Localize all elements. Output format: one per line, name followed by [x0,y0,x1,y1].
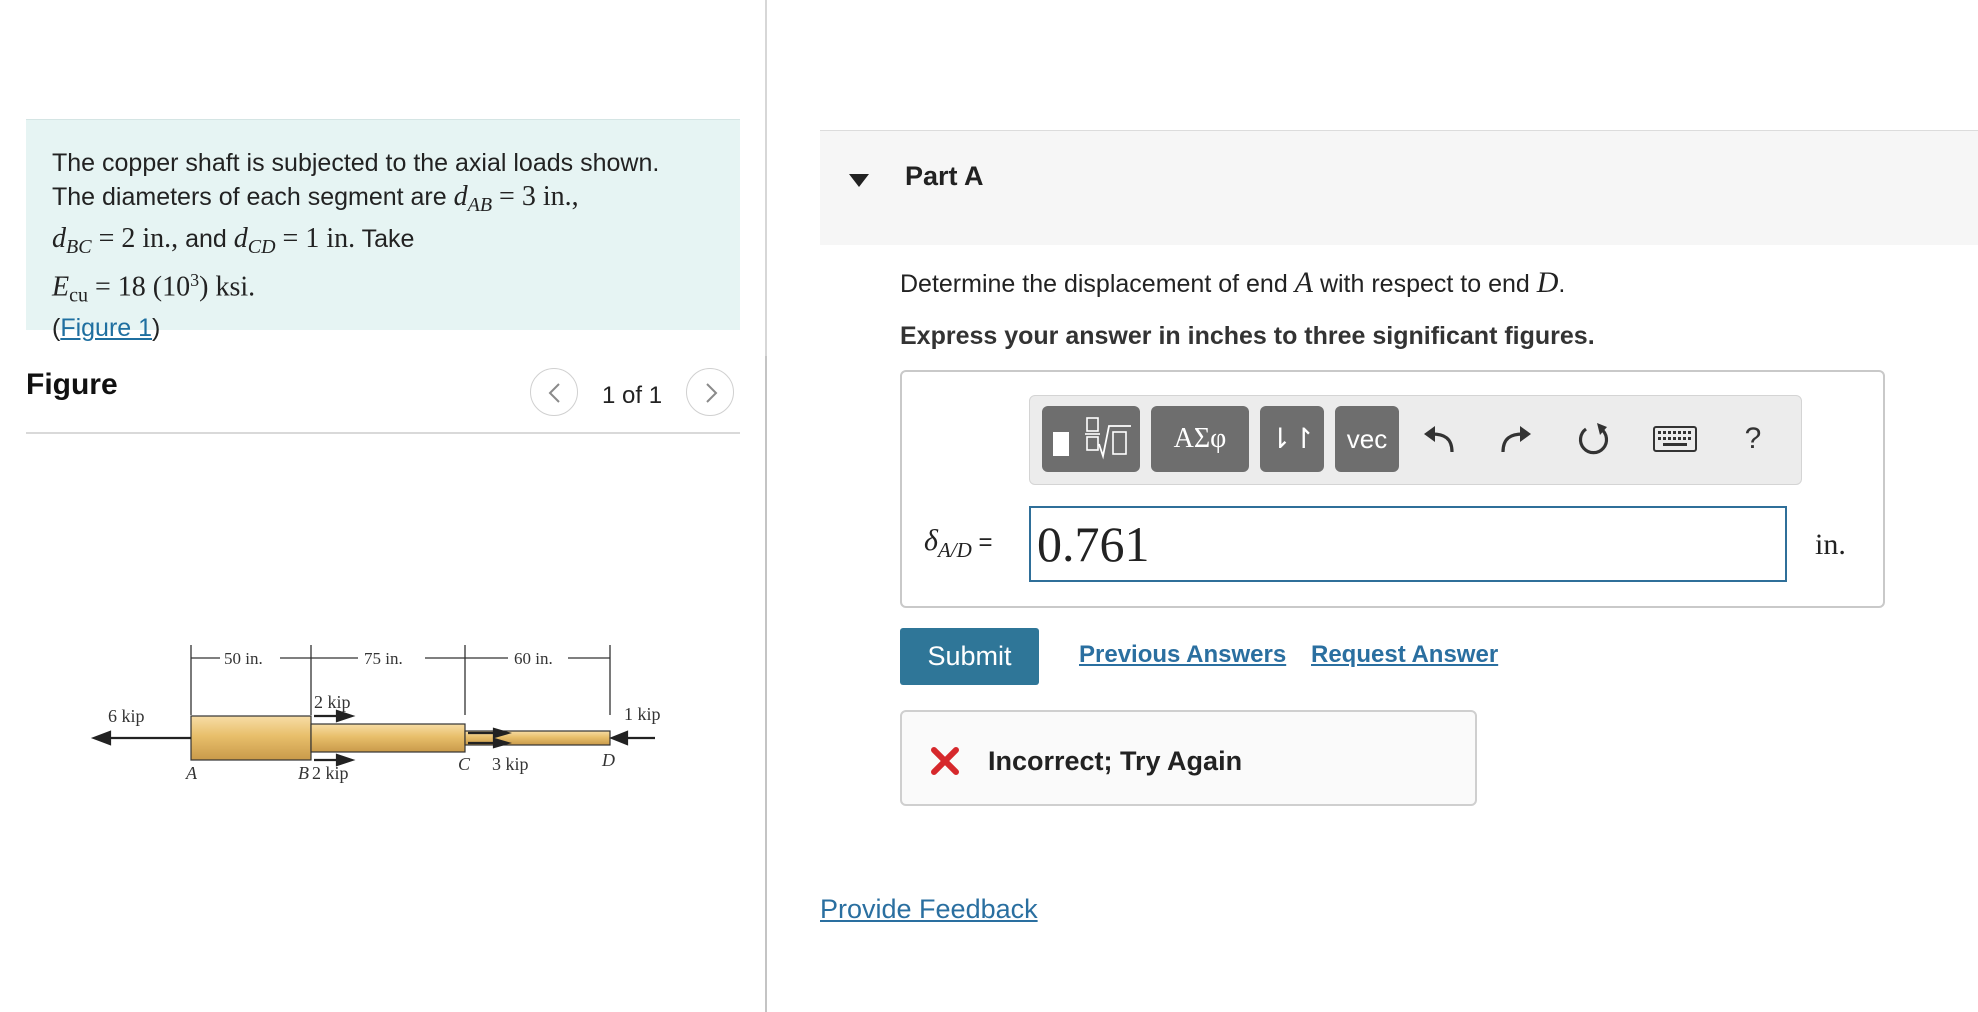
answer-unit: in. [1815,528,1846,561]
left-panel: The copper shaft is subjected to the axi… [0,0,765,1012]
point-label-c: C [458,754,471,774]
previous-figure-button[interactable] [530,368,578,416]
segment-ab [190,715,312,761]
problem-statement: The copper shaft is subjected to the axi… [52,149,660,343]
provide-feedback-link[interactable]: Provide Feedback [820,894,1038,925]
figure-divider [26,432,740,434]
feedback-box: Incorrect; Try Again [900,710,1477,806]
answer-label: δA/D = [924,524,993,562]
undo-icon [1424,426,1454,453]
chevron-left-icon [548,383,560,403]
point-label-d: D [601,750,615,770]
figure-title: Figure [26,368,118,401]
undo-button[interactable] [1414,406,1464,472]
figure-pager-count: 1 of 1 [602,382,663,409]
dim-label-bc: 75 in. [364,649,403,668]
keyboard-button[interactable] [1645,406,1705,472]
point-label-a: A [185,763,198,783]
part-a-header[interactable]: Part A [820,130,1978,245]
figure-1-link[interactable]: Figure 1 [60,314,152,342]
question-text: Determine the displacement of end A with… [900,266,1566,299]
chevron-right-icon [706,383,718,403]
redo-button[interactable] [1491,406,1541,472]
templates-button[interactable] [1042,406,1140,472]
point-label-b: B [298,763,309,783]
previous-answers-link[interactable]: Previous Answers [1079,641,1286,669]
panel-divider-handle[interactable] [765,356,767,1012]
subscript-superscript-button[interactable]: ⇂↾ [1260,406,1324,472]
vector-button[interactable]: vec [1335,406,1399,472]
load-label-1kip: 1 kip [624,704,661,724]
shaft-diagram: 50 in. 75 in. 60 in. 6 kip 2 kip 1 kip 3… [90,645,661,783]
load-label-3kip: 3 kip [492,754,529,774]
caret-down-icon[interactable] [848,172,870,188]
feedback-status: Incorrect; Try Again [988,746,1243,776]
math-toolbar: ΑΣφ ⇂↾ vec ? [1029,395,1802,485]
load-label-2kip-bottom: 2 kip [312,763,349,783]
load-label-2kip-top: 2 kip [314,692,351,712]
submit-button[interactable]: Submit [900,628,1039,685]
part-title: Part A [905,161,984,191]
segment-bc [310,723,466,753]
help-button[interactable]: ? [1733,406,1773,472]
incorrect-x-icon [931,747,959,775]
answer-input[interactable]: 0.761 [1029,506,1787,582]
reset-icon [1578,423,1609,455]
figure-pager: 1 of 1 [530,368,740,420]
problem-statement-box: The copper shaft is subjected to the axi… [26,119,740,342]
request-answer-link[interactable]: Request Answer [1311,641,1498,669]
reset-button[interactable] [1568,406,1618,472]
answer-box: ΑΣφ ⇂↾ vec ? δA/D = 0.761 in. [900,370,1885,608]
greek-symbols-button[interactable]: ΑΣφ [1151,406,1249,472]
redo-icon [1501,426,1531,453]
next-figure-button[interactable] [686,368,734,416]
load-label-6kip: 6 kip [108,706,145,726]
dim-label-cd: 60 in. [514,649,553,668]
keyboard-icon [1653,426,1697,452]
templates-icon [1053,417,1131,460]
answer-instruction: Express your answer in inches to three s… [900,322,1595,350]
dim-label-ab: 50 in. [224,649,263,668]
